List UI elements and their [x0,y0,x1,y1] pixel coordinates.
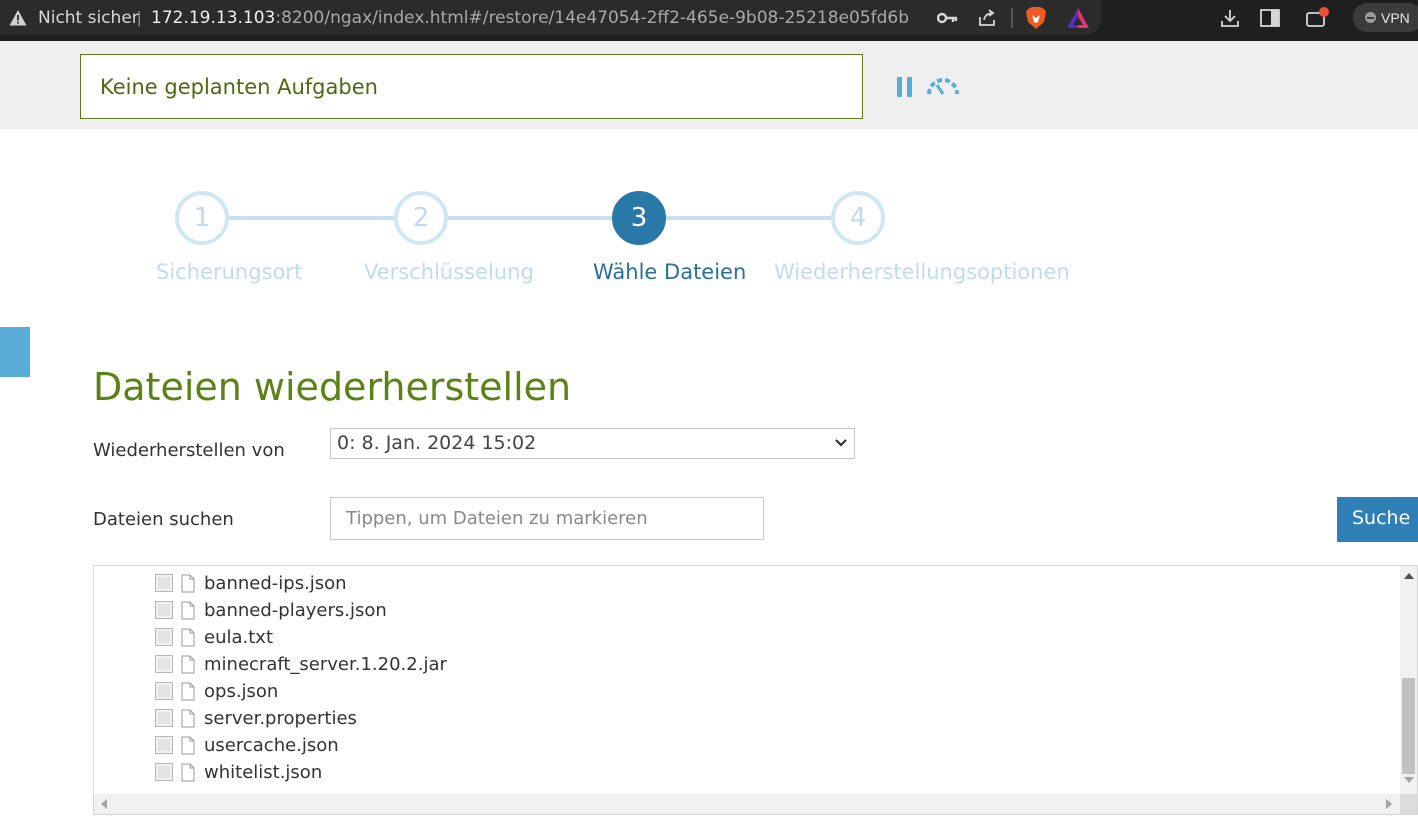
address-bar[interactable]: Nicht sicher | 172.19.13.103:8200/ngax/i… [0,0,1101,35]
key-icon[interactable] [936,6,960,30]
task-status-text: Keine geplanten Aufgaben [100,75,378,99]
download-icon[interactable] [1218,6,1242,30]
file-name[interactable]: ops.json [204,681,278,702]
file-name[interactable]: server.properties [204,708,357,729]
step-connector [446,216,614,220]
search-button[interactable]: Suche [1337,497,1418,542]
wizard-stepper: 1 2 3 4 Sicherungsort Verschlüsselung Wä… [0,185,1418,295]
file-checkbox[interactable] [155,574,173,592]
step-1-circle[interactable]: 1 [175,191,229,245]
file-checkbox[interactable] [155,628,173,646]
toolbar-divider [1011,8,1013,28]
file-row[interactable]: whitelist.json [155,760,322,784]
step-3-label[interactable]: Wähle Dateien [593,260,746,284]
file-row[interactable]: eula.txt [155,625,273,649]
file-icon [181,628,195,646]
file-checkbox[interactable] [155,655,173,673]
restore-version-value: 0: 8. Jan. 2024 15:02 [337,432,537,454]
url-path: :8200/ngax/index.html#/restore/14e47054-… [275,8,910,28]
file-icon [181,736,195,754]
step-2-circle[interactable]: 2 [394,191,448,245]
speed-icon[interactable] [925,77,961,99]
vpn-button[interactable]: VPN [1353,3,1418,32]
step-4-circle[interactable]: 4 [831,191,885,245]
file-search-input[interactable]: Tippen, um Dateien zu markieren [330,497,764,540]
file-row[interactable]: server.properties [155,706,357,730]
share-icon[interactable] [975,6,999,30]
file-name[interactable]: usercache.json [204,735,339,756]
file-checkbox[interactable] [155,709,173,727]
file-name[interactable]: banned-ips.json [204,573,347,594]
brave-shield-icon[interactable] [1024,6,1048,30]
scroll-up-icon[interactable] [1404,573,1414,579]
search-files-label: Dateien suchen [93,509,234,530]
browser-toolbar: Nicht sicher | 172.19.13.103:8200/ngax/i… [0,0,1418,41]
file-row[interactable]: minecraft_server.1.20.2.jar [155,652,447,676]
file-icon [181,574,195,592]
step-connector [228,216,396,220]
brave-rewards-icon[interactable] [1066,6,1090,30]
file-icon [181,601,195,619]
url-separator: | [137,8,142,27]
file-name[interactable]: eula.txt [204,627,273,648]
restore-version-select[interactable]: 0: 8. Jan. 2024 15:02 [330,428,855,459]
file-icon [181,763,195,781]
vpn-status-icon [1365,12,1376,23]
task-status-box: Keine geplanten Aufgaben [80,54,863,119]
file-row[interactable]: ops.json [155,679,278,703]
file-name[interactable]: minecraft_server.1.20.2.jar [204,654,447,675]
file-name[interactable]: whitelist.json [204,762,322,783]
task-strip: Keine geplanten Aufgaben [0,41,1418,129]
file-icon [181,709,195,727]
file-name[interactable]: banned-players.json [204,600,387,621]
sidebar-icon[interactable] [1258,6,1282,30]
vertical-scrollbar[interactable] [1400,566,1417,794]
pause-icon[interactable] [897,77,913,97]
step-1-label[interactable]: Sicherungsort [156,260,302,284]
scroll-thumb[interactable] [1402,678,1415,774]
file-checkbox[interactable] [155,763,173,781]
file-row[interactable]: usercache.json [155,733,339,757]
scroll-right-icon[interactable] [1386,799,1392,809]
step-4-label[interactable]: Wiederherstellungsoptionen [774,260,1070,284]
scroll-left-icon[interactable] [101,799,107,809]
page-title: Dateien wiederherstellen [93,365,572,409]
file-tree[interactable]: banned-ips.json banned-players.json eula.t… [93,565,1418,815]
file-row[interactable]: banned-ips.json [155,571,347,595]
scroll-down-icon[interactable] [1404,777,1414,783]
side-panel-tab[interactable] [0,327,30,377]
wallet-icon[interactable] [1305,6,1329,30]
step-3-circle[interactable]: 3 [612,191,666,245]
chevron-down-icon [835,439,847,447]
scroll-corner [1400,794,1417,814]
vpn-label: VPN [1381,9,1410,26]
file-checkbox[interactable] [155,601,173,619]
file-icon [181,655,195,673]
security-label[interactable]: Nicht sicher [38,8,139,28]
file-icon [181,682,195,700]
horizontal-scrollbar[interactable] [94,794,1402,814]
warning-icon[interactable] [9,9,27,27]
step-2-label[interactable]: Verschlüsselung [364,260,534,284]
file-row[interactable]: banned-players.json [155,598,387,622]
url-text[interactable]: 172.19.13.103:8200/ngax/index.html#/rest… [151,8,909,28]
file-checkbox[interactable] [155,682,173,700]
url-host: 172.19.13.103 [151,8,276,28]
search-placeholder: Tippen, um Dateien zu markieren [346,508,648,529]
step-connector [665,216,833,220]
restore-from-label: Wiederherstellen von [93,440,285,461]
file-checkbox[interactable] [155,736,173,754]
